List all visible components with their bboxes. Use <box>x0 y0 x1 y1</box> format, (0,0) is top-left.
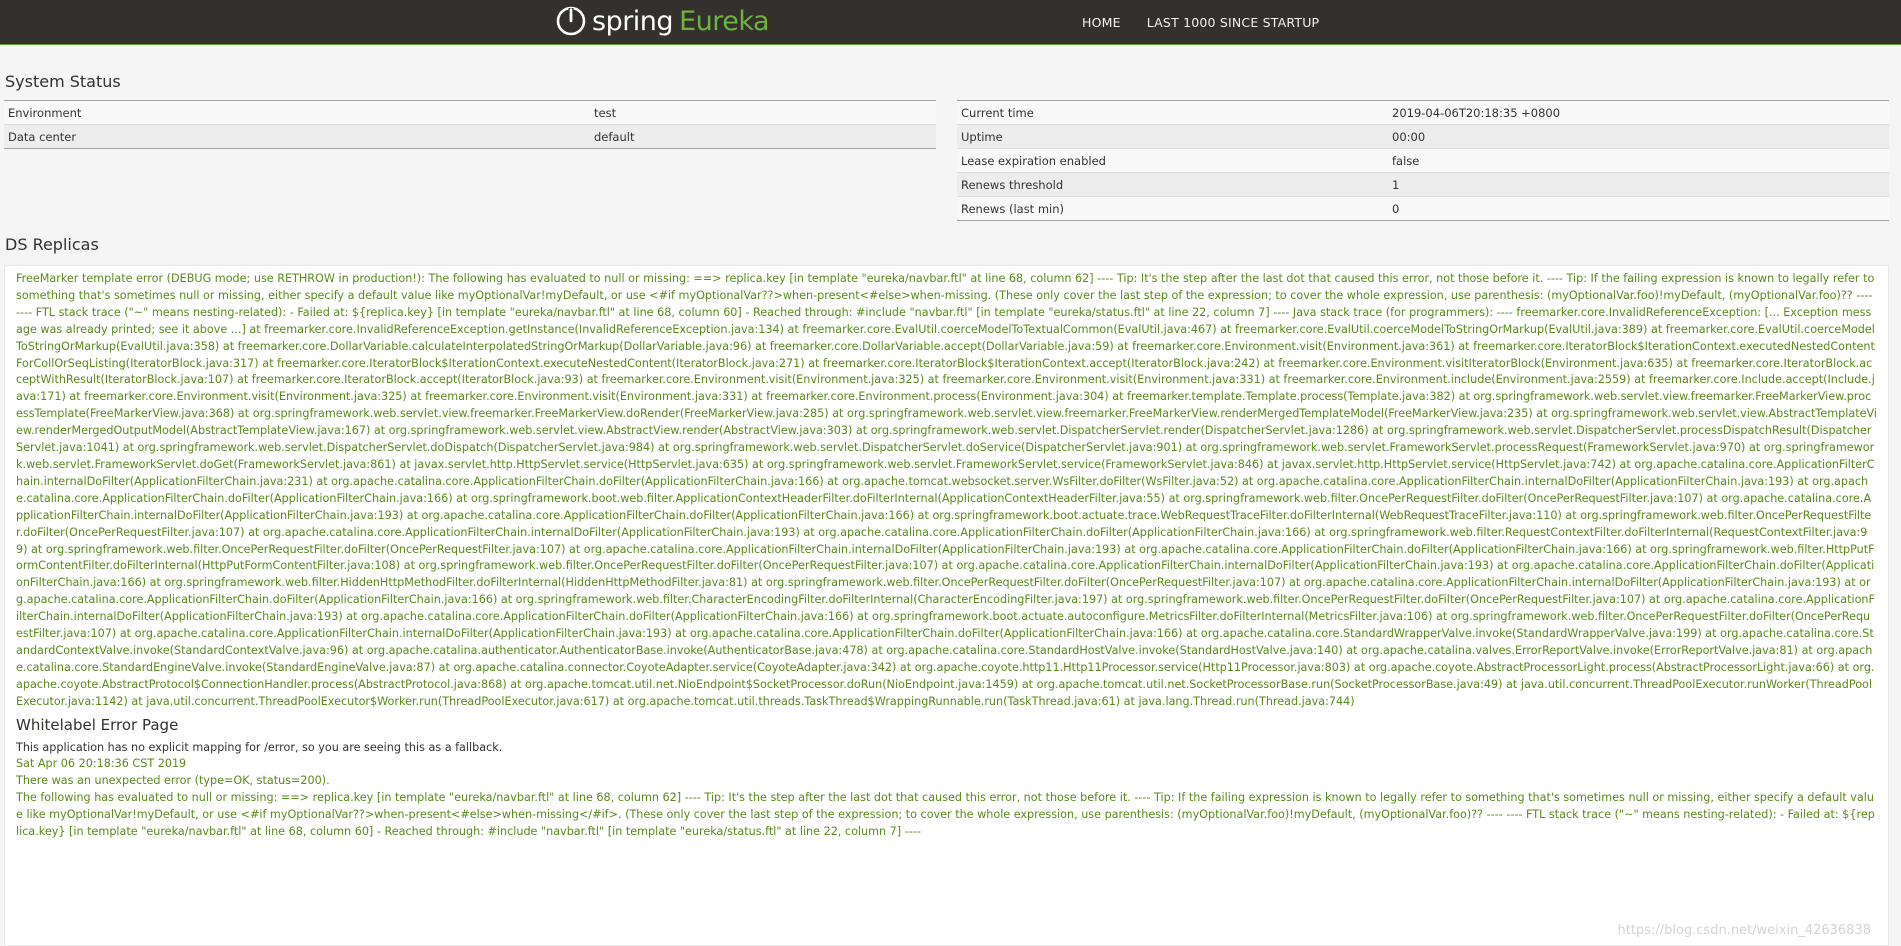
row-key: Renews (last min) <box>957 196 1388 221</box>
whitelabel-title: Whitelabel Error Page <box>16 715 179 734</box>
blog-watermark: https://blog.csdn.net/weixin_42636838 <box>1617 923 1871 938</box>
error-output-box: FreeMarker template error (DEBUG mode; u… <box>4 265 1889 946</box>
row-value: test <box>590 100 936 125</box>
row-value: 2019-04-06T20:18:35 +0800 <box>1388 100 1889 125</box>
row-value: false <box>1388 148 1889 173</box>
top-navbar: spring Eureka HOME LAST 1000 SINCE START… <box>0 0 1901 45</box>
brand-spring-text: spring <box>592 5 674 37</box>
nav-links: HOME LAST 1000 SINCE STARTUP <box>1082 0 1319 45</box>
freemarker-error-trace: FreeMarker template error (DEBUG mode; u… <box>16 272 1877 708</box>
brand-eureka-text: Eureka <box>679 5 770 37</box>
system-status-title: System Status <box>5 72 121 91</box>
eureka-dashboard-page: spring Eureka HOME LAST 1000 SINCE START… <box>0 0 1901 946</box>
table-row: Data center default <box>4 124 936 149</box>
table-row: Current time 2019-04-06T20:18:35 +0800 <box>957 100 1889 125</box>
row-key: Current time <box>957 100 1388 125</box>
row-key: Uptime <box>957 124 1388 149</box>
row-value: 00:00 <box>1388 124 1889 149</box>
whitelabel-timestamp: Sat Apr 06 20:18:36 CST 2019 <box>16 757 187 771</box>
environment-table: Environment test Data center default <box>4 100 936 149</box>
brand-logo[interactable]: spring Eureka <box>556 3 770 39</box>
row-value: default <box>590 124 936 149</box>
row-value: 1 <box>1388 172 1889 197</box>
nav-link-last-1000[interactable]: LAST 1000 SINCE STARTUP <box>1147 15 1320 30</box>
row-value: 0 <box>1388 196 1889 221</box>
status-info-table: Current time 2019-04-06T20:18:35 +0800 U… <box>957 100 1889 221</box>
table-row: Environment test <box>4 100 936 125</box>
whitelabel-fallback-text: This application has no explicit mapping… <box>16 740 503 754</box>
whitelabel-error-type: There was an unexpected error (type=OK, … <box>16 774 330 788</box>
ds-replicas-title: DS Replicas <box>5 235 99 254</box>
row-key: Data center <box>4 124 590 149</box>
row-key: Lease expiration enabled <box>957 148 1388 173</box>
spring-leaf-icon <box>556 6 586 36</box>
whitelabel-error-message: The following has evaluated to null or m… <box>16 791 1875 839</box>
nav-link-home[interactable]: HOME <box>1082 15 1121 30</box>
table-row: Renews threshold 1 <box>957 172 1889 197</box>
table-row: Uptime 00:00 <box>957 124 1889 149</box>
row-key: Environment <box>4 100 590 125</box>
table-row: Lease expiration enabled false <box>957 148 1889 173</box>
row-key: Renews threshold <box>957 172 1388 197</box>
table-row: Renews (last min) 0 <box>957 196 1889 221</box>
